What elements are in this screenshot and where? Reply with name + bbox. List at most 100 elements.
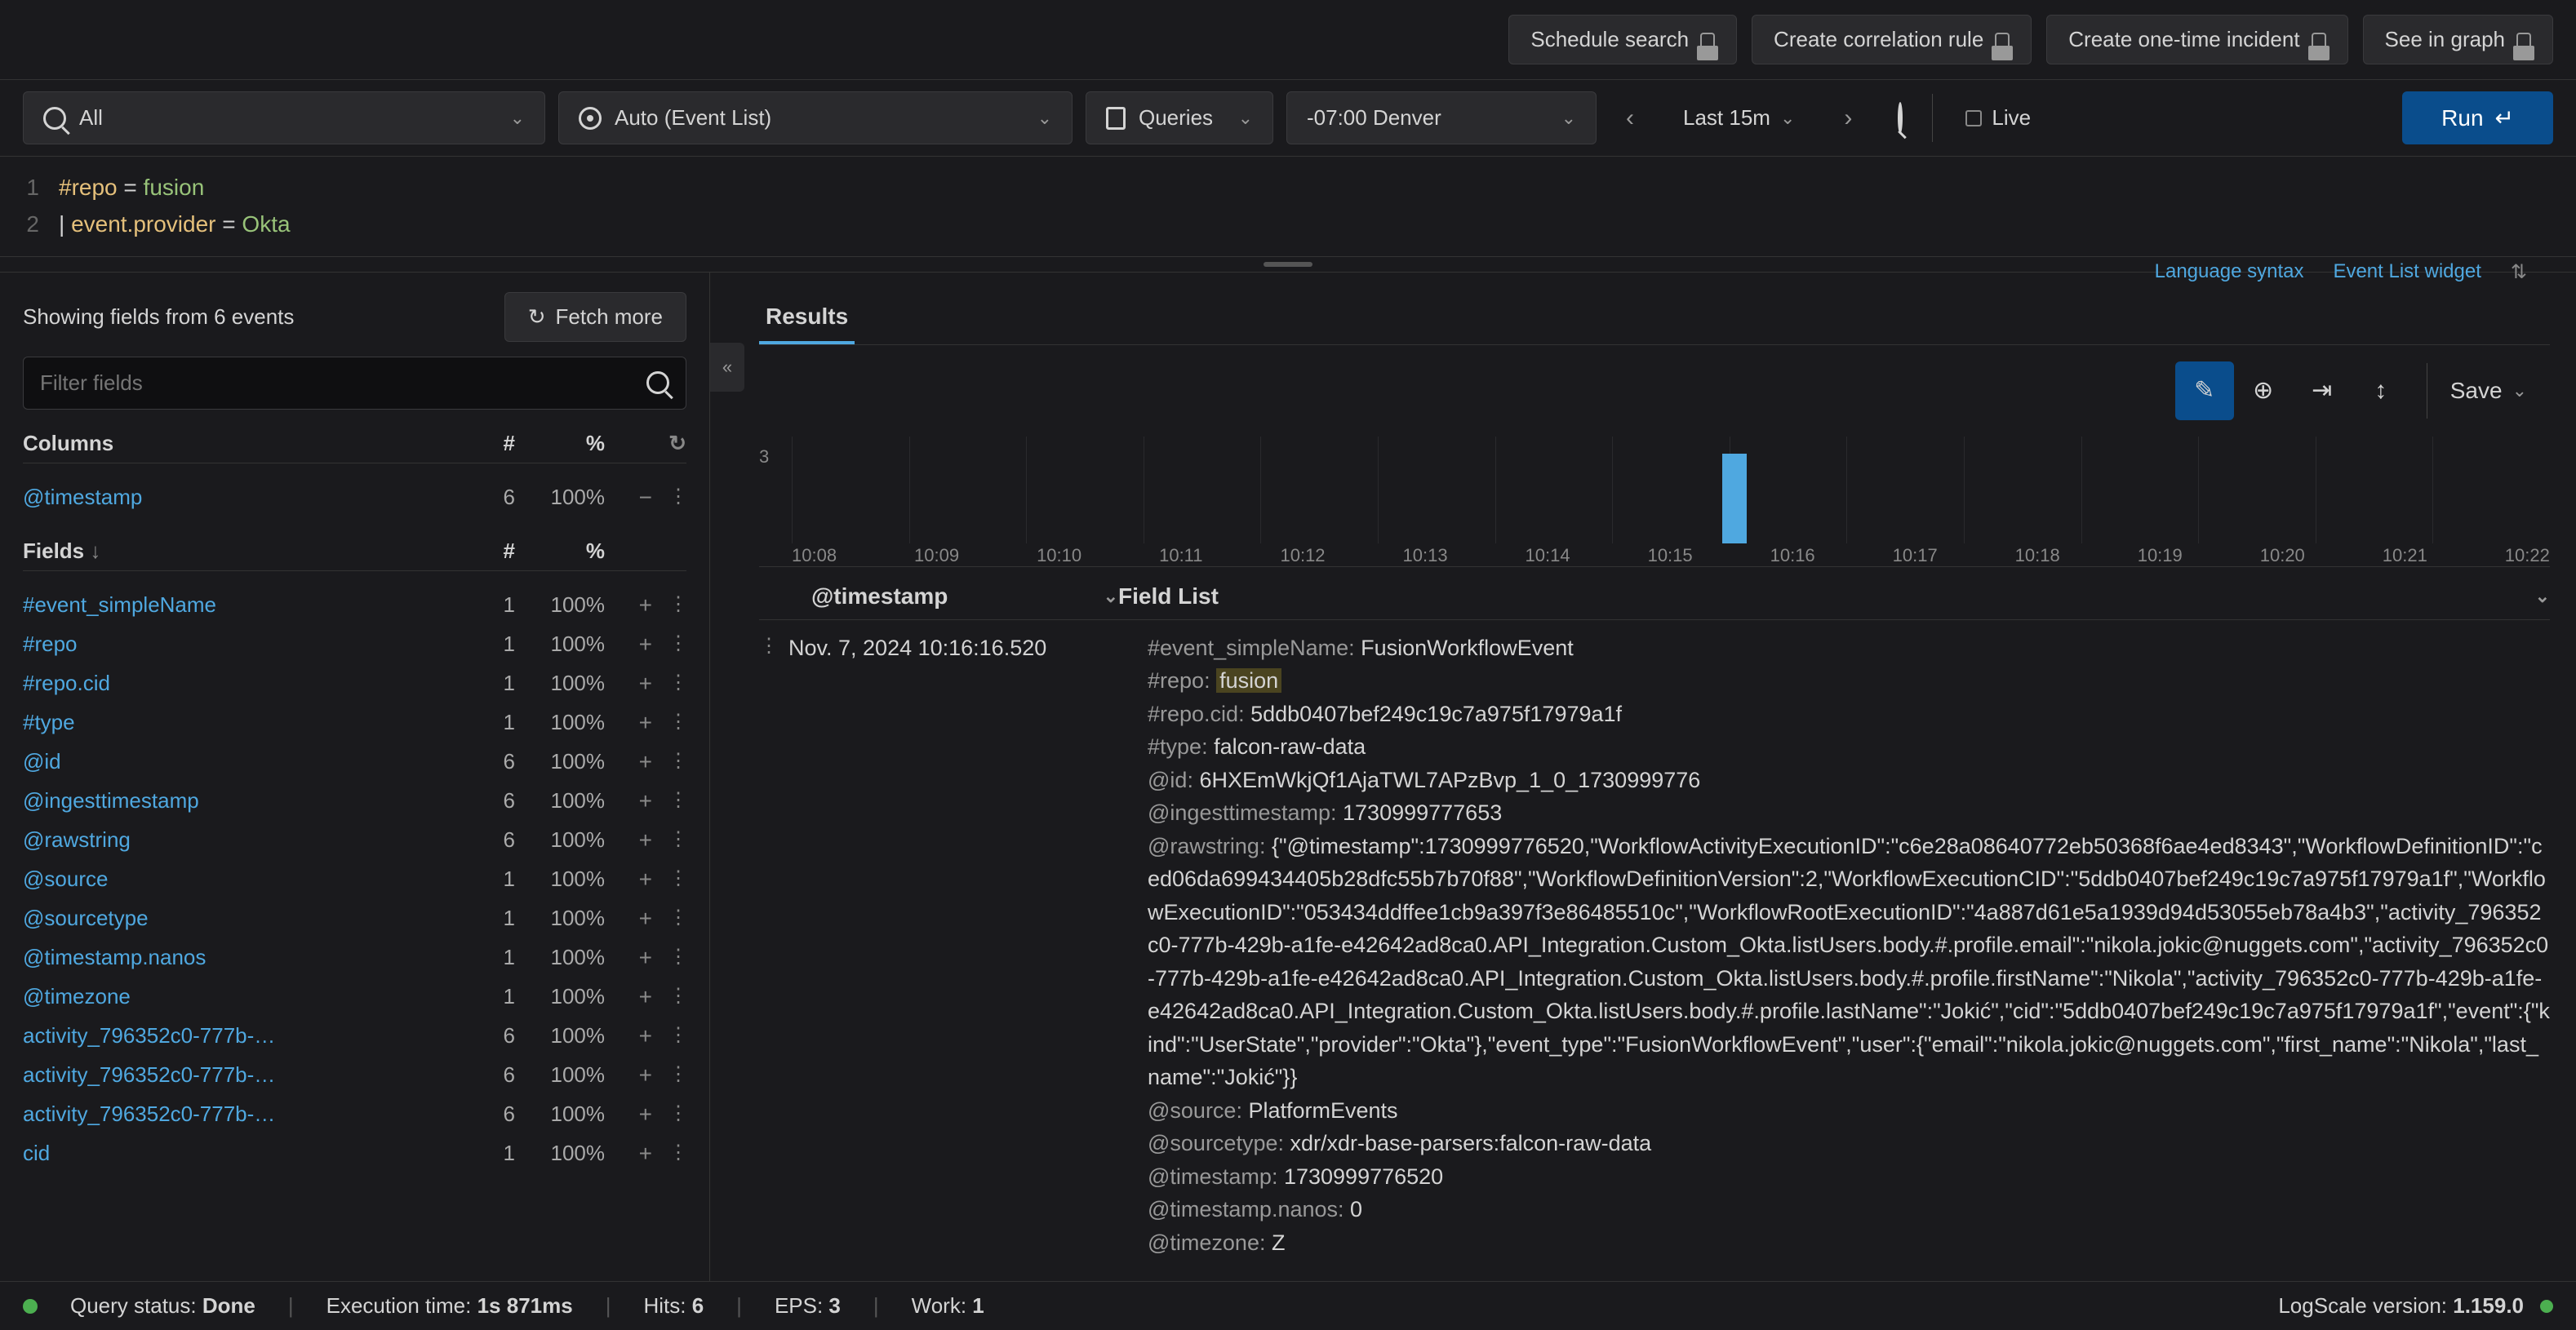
field-row[interactable]: #type1100%+⋮	[23, 703, 686, 743]
see-in-graph-button[interactable]: See in graph	[2363, 15, 2553, 64]
field-row[interactable]: activity_796352c0-777b-…6100%+⋮	[23, 1095, 686, 1134]
drag-handle[interactable]	[1264, 262, 1312, 267]
more-icon[interactable]: ⋮	[668, 827, 686, 853]
wrap-tool-button[interactable]: ⇥	[2293, 361, 2352, 420]
field-row[interactable]: @ingesttimestamp6100%+⋮	[23, 782, 686, 821]
field-row[interactable]: @id6100%+⋮	[23, 743, 686, 782]
sort-tool-button[interactable]: ↕	[2352, 361, 2410, 420]
execution-time: Execution time: 1s 871ms	[326, 1293, 573, 1319]
filter-fields-input[interactable]	[23, 357, 686, 410]
field-row[interactable]: @source1100%+⋮	[23, 860, 686, 899]
view-dropdown[interactable]: Auto (Event List) ⌄	[558, 91, 1073, 144]
time-range-value: Last 15m	[1683, 105, 1770, 131]
timeline-chart[interactable]: 3 10:0810:0910:1010:1110:1210:1310:1410:…	[759, 437, 2550, 567]
tab-results[interactable]: Results	[759, 292, 855, 344]
row-menu-icon[interactable]: ⋮	[759, 632, 788, 1260]
time-range-dropdown[interactable]: Last 15m⌄	[1663, 94, 1814, 142]
more-icon[interactable]: ⋮	[668, 632, 686, 658]
field-row[interactable]: activity_796352c0-777b-…6100%+⋮	[23, 1056, 686, 1095]
remove-icon[interactable]: −	[639, 485, 652, 511]
query-editor[interactable]: 1 #repo = fusion 2 | event.provider = Ok…	[0, 157, 2576, 257]
add-icon[interactable]: +	[639, 671, 652, 697]
prev-time-button[interactable]: ‹	[1610, 93, 1650, 144]
field-row[interactable]: @sourcetype1100%+⋮	[23, 899, 686, 938]
create-correlation-button[interactable]: Create correlation rule	[1752, 15, 2032, 64]
more-icon[interactable]: ⋮	[668, 1102, 686, 1128]
more-icon[interactable]: ⋮	[668, 710, 686, 736]
add-icon[interactable]: +	[639, 945, 652, 971]
more-icon[interactable]: ⋮	[668, 906, 686, 932]
add-icon[interactable]: +	[639, 827, 652, 853]
more-icon[interactable]: ⋮	[668, 1062, 686, 1088]
field-count: 1	[458, 710, 515, 735]
more-icon[interactable]: ⋮	[668, 485, 686, 511]
field-count: 6	[458, 485, 515, 510]
more-icon[interactable]: ⋮	[668, 867, 686, 893]
filter-input[interactable]	[40, 370, 646, 396]
live-toggle[interactable]: Live	[1932, 94, 2050, 142]
fetch-more-button[interactable]: ↻Fetch more	[504, 292, 686, 342]
add-icon[interactable]: +	[639, 1141, 652, 1167]
add-icon[interactable]: +	[639, 710, 652, 736]
more-icon[interactable]: ⋮	[668, 788, 686, 814]
field-row[interactable]: activity_796352c0-777b-…6100%+⋮	[23, 1017, 686, 1056]
field-row[interactable]: #repo1100%+⋮	[23, 625, 686, 664]
language-syntax-link[interactable]: Language syntax	[2155, 260, 2304, 284]
pct-header: %	[515, 539, 605, 564]
field-name: @timestamp	[23, 485, 458, 510]
field-row[interactable]: @timestamp.nanos1100%+⋮	[23, 938, 686, 978]
field-name: @sourcetype	[23, 906, 458, 931]
expand-icon[interactable]: ⇅	[2511, 260, 2527, 284]
sort-icon[interactable]: ↓	[90, 539, 100, 563]
more-icon[interactable]: ⋮	[668, 592, 686, 618]
create-incident-button[interactable]: Create one-time incident	[2046, 15, 2347, 64]
field-row[interactable]: cid1100%+⋮	[23, 1134, 686, 1173]
field-row[interactable]: #repo.cid1100%+⋮	[23, 664, 686, 703]
add-icon[interactable]: +	[639, 984, 652, 1010]
field-row[interactable]: #event_simpleName1100%+⋮	[23, 586, 686, 625]
timezone-dropdown[interactable]: -07:00 Denver ⌄	[1286, 91, 1597, 144]
save-button[interactable]: Save⌄	[2427, 363, 2550, 419]
field-row[interactable]: @rawstring6100%+⋮	[23, 821, 686, 860]
run-button[interactable]: Run↵	[2402, 91, 2553, 144]
edit-tool-button[interactable]: ✎	[2175, 361, 2234, 420]
event-list-widget-link[interactable]: Event List widget	[2333, 260, 2481, 284]
top-action-bar: Schedule search Create correlation rule …	[0, 0, 2576, 80]
event-row[interactable]: ⋮ Nov. 7, 2024 10:16:16.520 #event_simpl…	[759, 620, 2550, 1271]
help-links: Language syntax Event List widget ⇅	[2155, 260, 2527, 284]
add-icon[interactable]: +	[639, 749, 652, 775]
more-icon[interactable]: ⋮	[668, 1023, 686, 1049]
field-name: #event_simpleName	[23, 592, 458, 618]
more-icon[interactable]: ⋮	[668, 945, 686, 971]
add-icon[interactable]: +	[639, 867, 652, 893]
add-icon[interactable]: +	[639, 1062, 652, 1088]
scope-dropdown[interactable]: All ⌄	[23, 91, 545, 144]
add-icon[interactable]: +	[639, 632, 652, 658]
more-icon[interactable]: ⋮	[668, 984, 686, 1010]
lock-icon	[2516, 33, 2531, 47]
timestamp-column-header[interactable]: @timestamp⌄	[759, 583, 1118, 610]
refresh-columns-button[interactable]: ↻	[605, 431, 686, 456]
schedule-search-button[interactable]: Schedule search	[1508, 15, 1737, 64]
results-panel: Results ✎ ⊕ ⇥ ↕ Save⌄ 3 10:0810:0910:101…	[710, 273, 2576, 1292]
add-icon[interactable]: +	[639, 906, 652, 932]
work: Work: 1	[912, 1293, 984, 1319]
zoom-icon	[1898, 102, 1903, 134]
add-icon[interactable]: +	[639, 788, 652, 814]
chart-grid	[792, 437, 2550, 543]
fieldlist-column-header[interactable]: Field List⌄	[1118, 583, 2550, 610]
next-time-button[interactable]: ›	[1828, 93, 1868, 144]
crosshair-tool-button[interactable]: ⊕	[2234, 361, 2293, 420]
column-row-timestamp[interactable]: @timestamp 6 100% −⋮	[23, 478, 686, 517]
zoom-out-button[interactable]	[1881, 93, 1919, 144]
collapse-sidebar-button[interactable]: «	[710, 343, 744, 392]
add-icon[interactable]: +	[639, 1023, 652, 1049]
queries-dropdown[interactable]: Queries ⌄	[1086, 91, 1273, 144]
field-row[interactable]: @timezone1100%+⋮	[23, 978, 686, 1017]
more-icon[interactable]: ⋮	[668, 1141, 686, 1167]
add-icon[interactable]: +	[639, 1102, 652, 1128]
more-icon[interactable]: ⋮	[668, 671, 686, 697]
more-icon[interactable]: ⋮	[668, 749, 686, 775]
add-icon[interactable]: +	[639, 592, 652, 618]
event-field-line: @id: 6HXEmWkjQf1AjaTWL7APzBvp_1_0_173099…	[1148, 764, 2550, 797]
